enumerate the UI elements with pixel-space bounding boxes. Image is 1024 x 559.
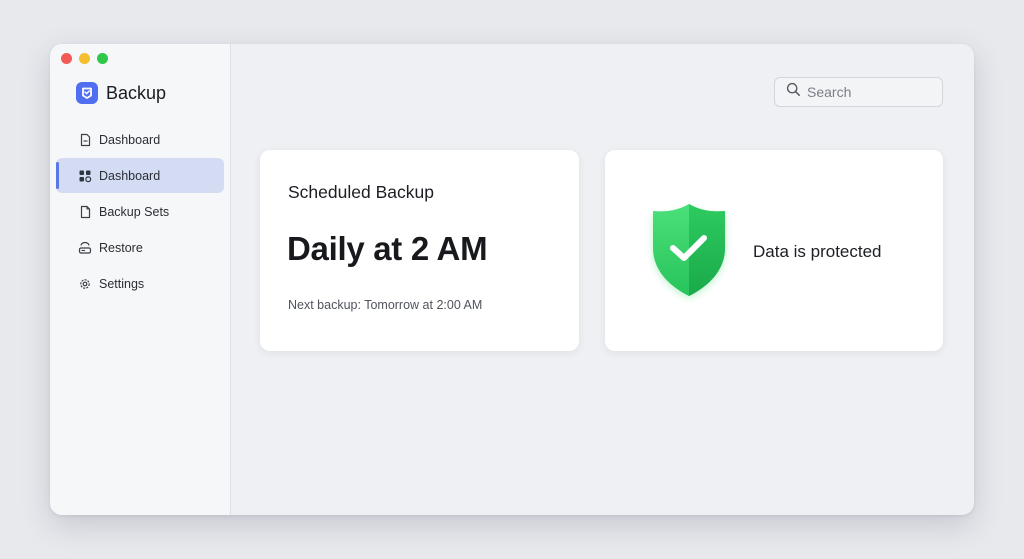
- app-brand: Backup: [76, 82, 166, 104]
- sidebar-item-backup-sets[interactable]: Backup Sets: [56, 194, 224, 229]
- window-controls: [61, 53, 108, 64]
- drive-icon: [78, 241, 92, 255]
- sidebar: Backup Dashboard Dashboard Backup Sets R…: [50, 44, 231, 515]
- sidebar-nav: Dashboard Dashboard Backup Sets Restore …: [56, 122, 224, 302]
- search-box[interactable]: [774, 77, 943, 107]
- sidebar-item-label: Dashboard: [99, 132, 161, 147]
- sidebar-item-label: Restore: [99, 240, 143, 255]
- search-icon: [786, 82, 801, 102]
- backup-schedule: Daily at 2 AM: [287, 230, 488, 267]
- close-window-button[interactable]: [61, 53, 72, 64]
- grid-icon: [78, 169, 92, 183]
- backup-logo-icon: [76, 82, 98, 104]
- card-title: Scheduled Backup: [288, 182, 434, 202]
- search-input[interactable]: [807, 84, 927, 100]
- document-icon: [78, 133, 92, 147]
- sidebar-item-settings[interactable]: Settings: [56, 266, 224, 301]
- sidebar-item-dashboard[interactable]: Dashboard: [56, 122, 224, 157]
- scheduled-backup-card: Scheduled Backup Daily at 2 AM Next back…: [260, 150, 579, 351]
- file-icon: [78, 205, 92, 219]
- app-window: Backup Dashboard Dashboard Backup Sets R…: [50, 44, 974, 515]
- protection-status-text: Data is protected: [753, 242, 882, 261]
- sidebar-item-label: Backup Sets: [99, 204, 170, 219]
- protection-status-card: Data is protected: [605, 150, 943, 351]
- minimize-window-button[interactable]: [79, 53, 90, 64]
- sidebar-item-label: Dashboard: [99, 168, 161, 183]
- app-name: Backup: [106, 82, 167, 103]
- next-backup-text: Next backup: Tomorrow at 2:00 AM: [288, 298, 483, 312]
- sidebar-item-label: Settings: [99, 276, 145, 291]
- gear-icon: [78, 277, 92, 291]
- sidebar-item-restore[interactable]: Restore: [56, 230, 224, 265]
- sidebar-item-dashboard-active[interactable]: Dashboard: [56, 158, 224, 193]
- zoom-window-button[interactable]: [97, 53, 108, 64]
- shield-check-icon: [641, 198, 737, 308]
